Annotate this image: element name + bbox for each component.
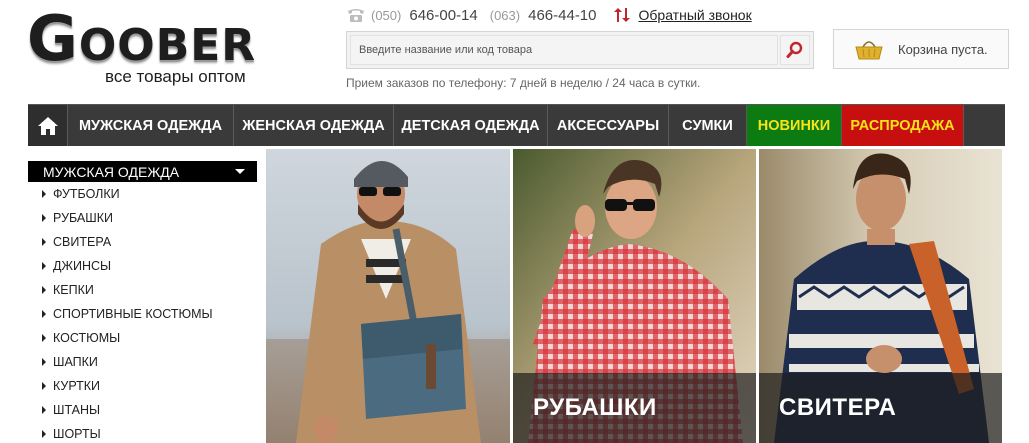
bullet-icon: [42, 190, 46, 198]
sidebar-item-label: ШАПКИ: [53, 355, 98, 369]
tile-photo-bags: [266, 149, 510, 443]
tile-label: СВИТЕРА: [779, 394, 897, 421]
bullet-icon: [42, 334, 46, 342]
sidebar-item-label: СПОРТИВНЫЕ КОСТЮМЫ: [53, 307, 213, 321]
bullet-icon: [42, 262, 46, 270]
sidebar-item-sweaters[interactable]: СВИТЕРА: [42, 230, 213, 254]
bullet-icon: [42, 310, 46, 318]
nav-item-mens[interactable]: МУЖСКАЯ ОДЕЖДА: [68, 105, 234, 146]
tile-label: РУБАШКИ: [533, 394, 657, 421]
bullet-icon: [42, 382, 46, 390]
phone-icon: [348, 9, 364, 22]
bullet-icon: [42, 358, 46, 366]
sidebar-item-jackets[interactable]: КУРТКИ: [42, 374, 213, 398]
bullet-icon: [42, 214, 46, 222]
cart-status: Корзина пуста.: [898, 41, 988, 57]
nav-item-kids[interactable]: ДЕТСКАЯ ОДЕЖДА: [394, 105, 548, 146]
sidebar-category-dropdown[interactable]: МУЖСКАЯ ОДЕЖДА: [28, 161, 257, 182]
phone-number-2[interactable]: 466-44-10: [528, 7, 596, 24]
basket-icon: [855, 41, 883, 60]
sidebar-item-tracksuits[interactable]: СПОРТИВНЫЕ КОСТЮМЫ: [42, 302, 213, 326]
tile-label-overlay: РУБАШКИ: [513, 373, 756, 443]
bullet-icon: [42, 238, 46, 246]
search-icon: [786, 41, 803, 58]
sidebar-item-pants[interactable]: ШТАНЫ: [42, 398, 213, 422]
home-icon: [37, 116, 58, 135]
sidebar-title: МУЖСКАЯ ОДЕЖДА: [43, 163, 180, 180]
search-button[interactable]: [780, 35, 810, 65]
nav-item-new[interactable]: НОВИНКИ: [747, 105, 842, 146]
sidebar-item-label: РУБАШКИ: [53, 211, 113, 225]
nav-item-sale[interactable]: РАСПРОДАЖА: [842, 105, 964, 146]
sidebar-item-label: ФУТБОЛКИ: [53, 187, 120, 201]
phone-bar: (050) 646-00-14 (063) 466-44-10 Обратный…: [346, 4, 752, 26]
search-box: [346, 31, 814, 69]
logo-wordmark: GOOBER: [27, 2, 257, 75]
nav-item-accessories[interactable]: АКСЕССУАРЫ: [548, 105, 669, 146]
nav-home-button[interactable]: [28, 105, 68, 146]
sidebar-item-label: КУРТКИ: [53, 379, 101, 393]
phone-code-1: (050): [371, 7, 402, 23]
order-hours-text: Прием заказов по телефону: 7 дней в неде…: [346, 76, 701, 90]
category-tile-sweaters[interactable]: СВИТЕРА: [759, 149, 1002, 443]
phone-number-1[interactable]: 646-00-14: [409, 7, 477, 24]
sidebar-item-tshirts[interactable]: ФУТБОЛКИ: [42, 182, 213, 206]
sidebar-list: ФУТБОЛКИ РУБАШКИ СВИТЕРА ДЖИНСЫ КЕПКИ СП…: [42, 182, 213, 443]
sidebar-item-suits[interactable]: КОСТЮМЫ: [42, 326, 213, 350]
sidebar-item-label: ШТАНЫ: [53, 403, 101, 417]
sidebar-item-hats[interactable]: ШАПКИ: [42, 350, 213, 374]
main-nav: МУЖСКАЯ ОДЕЖДА ЖЕНСКАЯ ОДЕЖДА ДЕТСКАЯ ОД…: [28, 104, 1005, 146]
tile-label-overlay: СВИТЕРА: [759, 373, 1002, 443]
sidebar-item-label: КОСТЮМЫ: [53, 331, 121, 345]
swap-arrows-icon: [613, 8, 630, 22]
sidebar-item-label: ШОРТЫ: [53, 427, 101, 441]
search-input[interactable]: [350, 35, 778, 65]
category-tile-shirts[interactable]: РУБАШКИ: [513, 149, 756, 443]
sidebar-item-label: СВИТЕРА: [53, 235, 112, 249]
logo-tagline: все товары оптом: [105, 67, 246, 86]
callback-link[interactable]: Обратный звонок: [639, 7, 752, 23]
sidebar-item-shirts[interactable]: РУБАШКИ: [42, 206, 213, 230]
nav-item-bags[interactable]: СУМКИ: [669, 105, 747, 146]
sidebar-item-label: ДЖИНСЫ: [53, 259, 112, 273]
category-tile-bags[interactable]: [266, 149, 510, 443]
logo[interactable]: GOOBER все товары оптом: [27, 8, 262, 90]
chevron-down-icon: [235, 169, 245, 174]
phone-code-2: (063): [489, 7, 521, 23]
sidebar-item-caps[interactable]: КЕПКИ: [42, 278, 213, 302]
sidebar-item-label: КЕПКИ: [53, 283, 94, 297]
bullet-icon: [42, 286, 46, 294]
cart-button[interactable]: Корзина пуста.: [833, 29, 1009, 69]
nav-item-womens[interactable]: ЖЕНСКАЯ ОДЕЖДА: [234, 105, 394, 146]
sidebar-item-shorts[interactable]: ШОРТЫ: [42, 422, 213, 443]
bullet-icon: [42, 430, 46, 438]
bullet-icon: [42, 406, 46, 414]
sidebar-item-jeans[interactable]: ДЖИНСЫ: [42, 254, 213, 278]
